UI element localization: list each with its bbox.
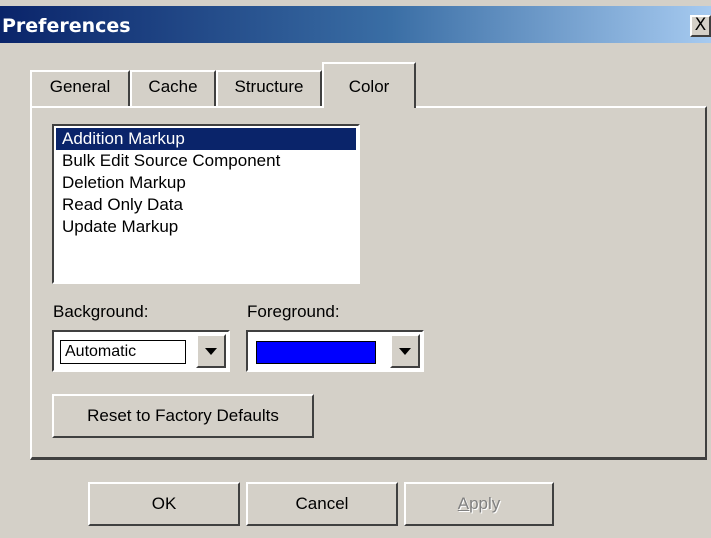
title-bar[interactable]: Preferences X [0,6,711,43]
list-item-read-only-data[interactable]: Read Only Data [56,194,356,216]
tab-label: Structure [234,77,304,96]
close-button[interactable]: X [690,15,711,37]
ok-button[interactable]: OK [88,482,240,526]
chevron-down-icon[interactable] [390,334,420,368]
apply-button-label: pply [469,494,501,513]
close-icon: X [694,15,707,35]
foreground-label: Foreground: [247,302,340,321]
preferences-dialog: Preferences X General Cache Structure Co… [0,0,711,538]
background-value: Automatic [60,340,186,364]
list-item-addition-markup[interactable]: Addition Markup [56,128,356,150]
foreground-color-swatch [256,341,376,364]
reset-to-factory-defaults-button[interactable]: Reset to Factory Defaults [52,394,314,438]
list-item-deletion-markup[interactable]: Deletion Markup [56,172,356,194]
cancel-button[interactable]: Cancel [246,482,398,526]
tab-cache[interactable]: Cache [130,70,216,106]
foreground-color-dropdown[interactable] [246,330,424,372]
tab-label: General [49,77,111,96]
reset-button-label: Reset to Factory Defaults [87,406,279,425]
apply-mnemonic: A [457,494,470,513]
list-item-bulk-edit-source[interactable]: Bulk Edit Source Component [56,150,356,172]
background-label: Background: [53,302,149,321]
markup-type-list[interactable]: Addition Markup Bulk Edit Source Compone… [52,124,360,284]
list-item-update-markup[interactable]: Update Markup [56,216,356,238]
apply-button[interactable]: Apply [404,482,554,526]
chevron-down-icon[interactable] [196,334,226,368]
tab-label: Color [348,77,390,96]
cancel-button-label: Cancel [295,494,349,513]
tab-color[interactable]: Color [322,62,416,108]
ok-button-label: OK [151,494,177,513]
background-color-dropdown[interactable]: Automatic [52,330,230,372]
window-title: Preferences [2,15,131,37]
tab-structure[interactable]: Structure [216,70,322,106]
tab-label: Cache [148,77,198,96]
tab-general[interactable]: General [30,70,130,106]
